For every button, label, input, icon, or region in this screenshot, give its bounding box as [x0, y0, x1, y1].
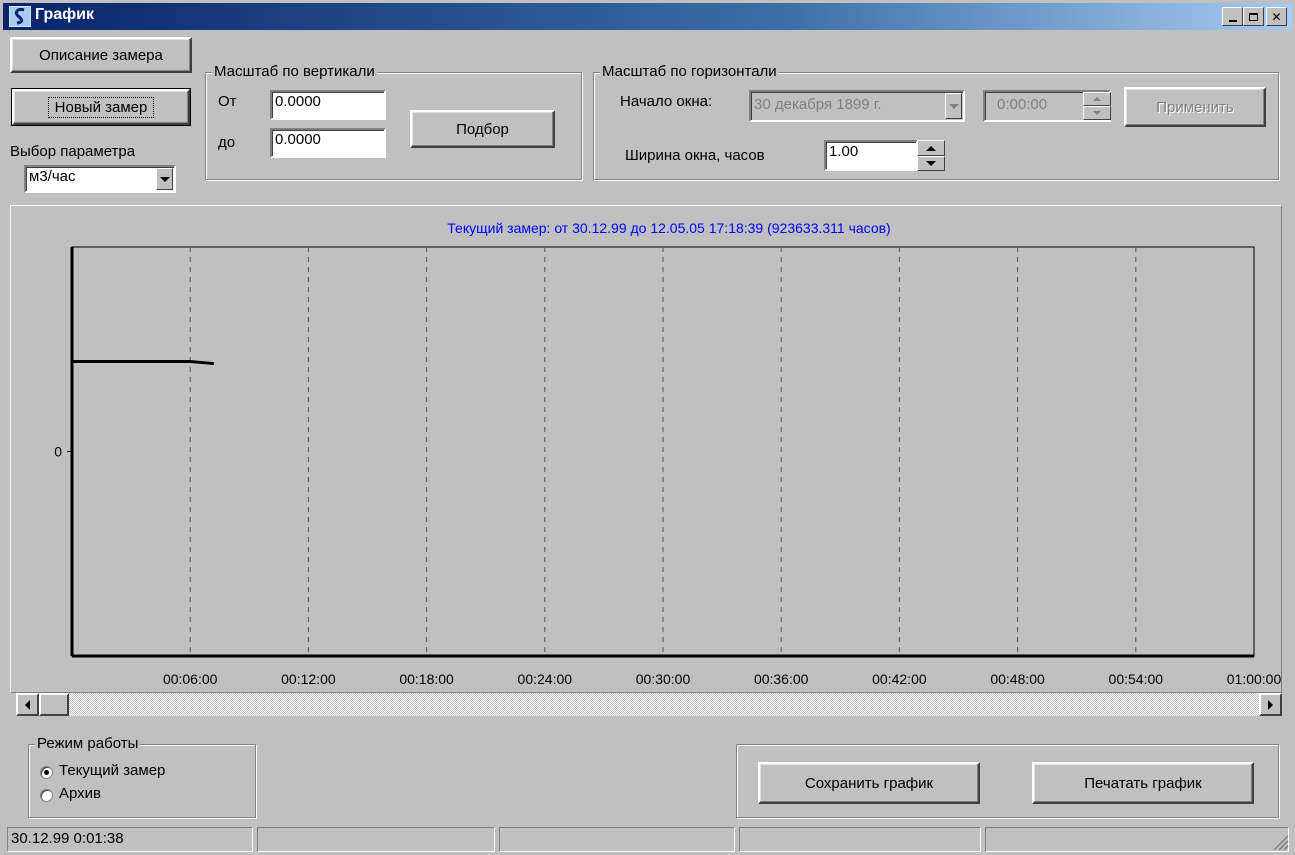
x-tick-label: 00:12:00: [281, 671, 336, 687]
scroll-right-button[interactable]: [1259, 693, 1282, 716]
status-cell-1: 30.12.99 0:01:38: [7, 827, 253, 852]
chart-title: Текущий замер: от 30.12.99 до 12.05.05 1…: [447, 220, 890, 236]
size-grip-icon[interactable]: [1270, 832, 1290, 852]
x-tick-label: 00:36:00: [754, 671, 809, 687]
mode-current-radio[interactable]: [40, 766, 53, 779]
x-tick-label: 00:18:00: [399, 671, 454, 687]
x-tick-label: 01:00:00: [1227, 671, 1282, 687]
status-cell-5: [985, 827, 1289, 852]
series-line: [72, 360, 214, 366]
arrow-right-icon: [1268, 699, 1273, 710]
status-cell-4: [739, 827, 981, 852]
print-chart-button[interactable]: Печатать график: [1032, 762, 1254, 804]
x-tick-label: 00:54:00: [1109, 671, 1164, 687]
status-cell-3: [499, 827, 735, 852]
y-tick-label: 0: [54, 444, 62, 460]
save-chart-button[interactable]: Сохранить график: [758, 762, 980, 804]
arrow-left-icon: [25, 699, 30, 710]
mode-group: Режим работы: [28, 735, 256, 818]
mode-archive-label: Архив: [59, 785, 102, 802]
x-tick-label: 00:30:00: [636, 671, 691, 687]
horizontal-scrollbar[interactable]: [16, 693, 1282, 716]
chart: Текущий замер: от 30.12.99 до 12.05.05 1…: [54, 220, 1282, 687]
print-chart-label: Печатать график: [1084, 774, 1202, 792]
save-chart-label: Сохранить график: [804, 774, 934, 792]
x-tick-label: 00:42:00: [872, 671, 927, 687]
status-cell-2: [257, 827, 495, 852]
scroll-left-button[interactable]: [16, 693, 39, 716]
x-tick-label: 00:48:00: [990, 671, 1045, 687]
chart-window: График ✕ Описание замера Новый замер Выб…: [0, 0, 1295, 855]
mode-current-label: Текущий замер: [59, 762, 166, 779]
x-tick-label: 00:24:00: [518, 671, 573, 687]
x-tick-label: 00:06:00: [163, 671, 218, 687]
mode-title: Режим работы: [35, 735, 141, 752]
mode-archive-radio[interactable]: [40, 789, 53, 802]
scroll-thumb[interactable]: [39, 693, 69, 716]
